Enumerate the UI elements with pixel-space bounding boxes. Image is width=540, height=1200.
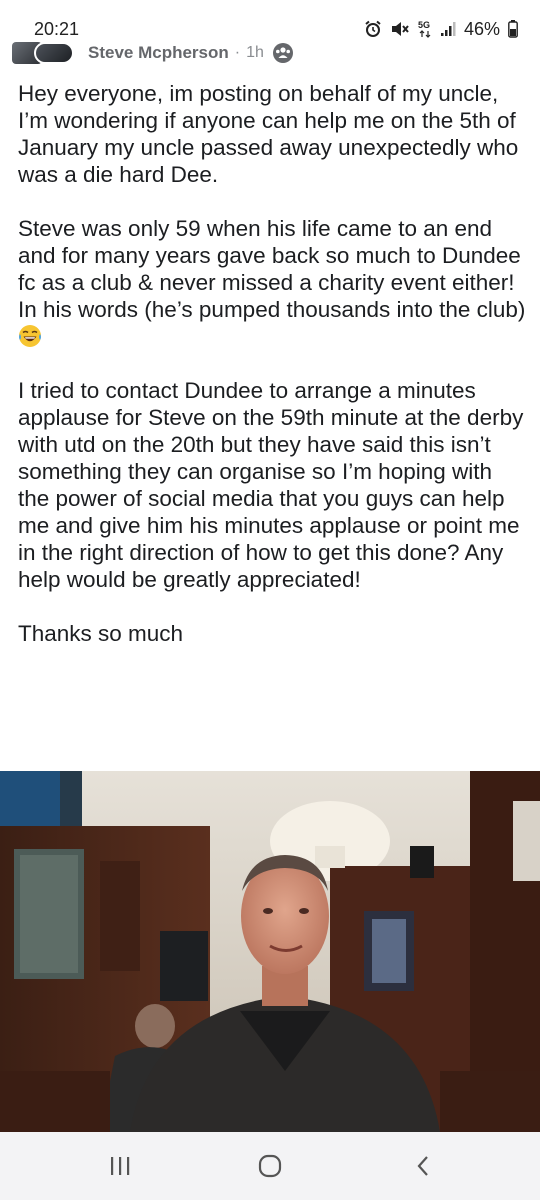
back-icon[interactable] (403, 1152, 443, 1180)
post-paragraph: Thanks so much (18, 621, 184, 646)
post-photo[interactable] (0, 771, 540, 1132)
recent-apps-icon[interactable] (100, 1152, 140, 1180)
mute-icon (390, 20, 410, 38)
post-paragraph: I tried to contact Dundee to arrange a m… (18, 378, 524, 592)
svg-text:5G: 5G (418, 20, 430, 30)
signal-icon (440, 21, 456, 37)
status-bar: 20:21 5G 46% (0, 0, 540, 40)
battery-icon (508, 20, 518, 38)
laughing-crying-emoji (19, 325, 41, 347)
post-time[interactable]: 1h (246, 44, 264, 62)
network-5g-icon: 5G (418, 19, 432, 39)
post-paragraph-text: Steve was only 59 when his life came to … (18, 216, 526, 322)
alarm-icon (364, 20, 382, 38)
post-header: Steve Mcpherson · 1h (12, 40, 532, 66)
home-icon[interactable] (250, 1152, 290, 1180)
author-name[interactable]: Steve Mcpherson (88, 43, 229, 63)
status-icons: 5G 46% (364, 18, 518, 40)
post-paragraph: Hey everyone, im posting on behalf of my… (18, 81, 519, 187)
battery-percent: 46% (463, 19, 500, 39)
status-time: 20:21 (34, 19, 80, 39)
post-text: Hey everyone, im posting on behalf of my… (18, 80, 528, 674)
post-paragraph: Steve was only 59 when his life came to … (18, 215, 528, 350)
avatar-group[interactable] (12, 42, 76, 64)
post-separator: · (234, 44, 241, 61)
group-audience-icon (272, 42, 294, 64)
author-avatar[interactable] (34, 42, 74, 64)
system-nav-bar (0, 1132, 540, 1200)
